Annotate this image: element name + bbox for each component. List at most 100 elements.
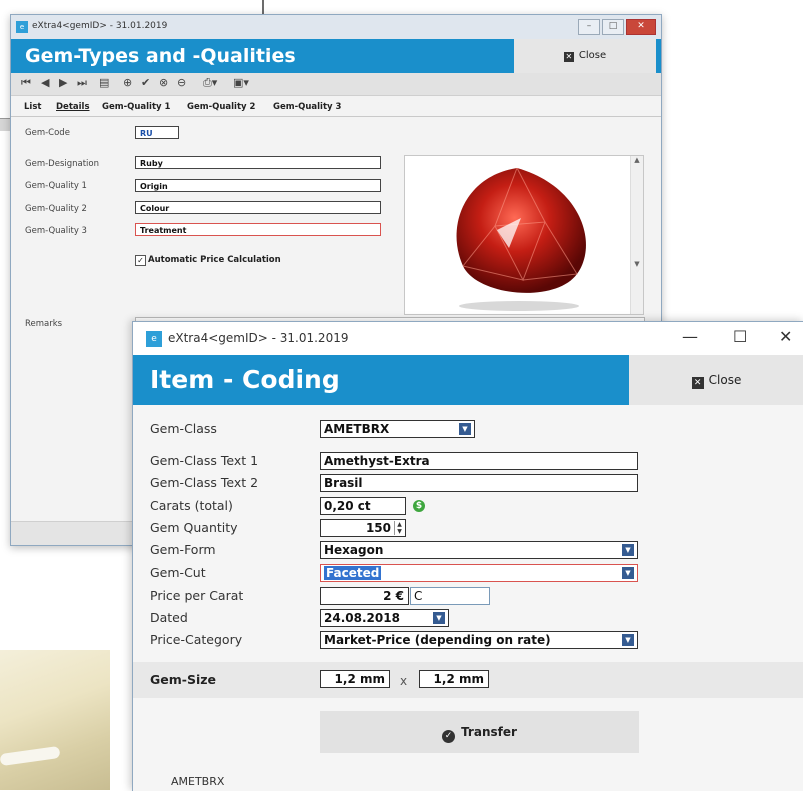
delete-icon[interactable]: ⊖	[177, 76, 186, 89]
close-button[interactable]: ✕ Close	[629, 355, 803, 405]
transfer-button[interactable]: ✓ Transfer	[320, 711, 639, 753]
background-photo	[0, 650, 110, 790]
quantity-stepper[interactable]: 150 ▲ ▼	[320, 519, 406, 537]
minimize-icon[interactable]: —	[682, 327, 698, 346]
app-icon: e	[16, 21, 28, 33]
transfer-label: Transfer	[461, 725, 517, 739]
first-record-icon[interactable]: ⏮	[21, 76, 31, 90]
close-button[interactable]: ✕ Close	[514, 39, 656, 73]
gem-code-input[interactable]: RU	[135, 126, 179, 139]
class-text1-input[interactable]: Amethyst-Extra	[320, 452, 638, 470]
size-times-sign: x	[400, 674, 408, 688]
close-window-icon[interactable]: ✕	[779, 327, 792, 346]
ruby-gem-image	[456, 167, 586, 311]
price-code-input[interactable]: C	[410, 587, 490, 605]
window-title: eXtra4<gemID> - 31.01.2019	[32, 21, 168, 31]
designation-label: Gem-Designation	[25, 159, 100, 169]
image-scrollbar[interactable]: ▲ ▼	[630, 156, 643, 314]
gem-size-row: Gem-Size 1,2 mm x 1,2 mm	[133, 662, 803, 698]
quantity-value: 150	[365, 521, 391, 535]
tab-divider	[11, 116, 661, 117]
quality3-label: Gem-Quality 3	[25, 226, 87, 236]
minimize-icon[interactable]: –	[578, 19, 600, 35]
check-circle-icon: ✓	[442, 730, 456, 743]
quality2-label: Gem-Quality 2	[25, 204, 87, 214]
next-record-icon[interactable]: ▶	[59, 76, 67, 89]
auto-price-label: Automatic Price Calculation	[148, 255, 281, 265]
page-title: Gem-Types and -Qualities	[25, 45, 296, 67]
page-title: Item - Coding	[150, 365, 340, 394]
quality2-input[interactable]: Colour	[135, 201, 381, 214]
class-text2-label: Gem-Class Text 2	[150, 475, 259, 490]
gem-class-label: Gem-Class	[150, 421, 217, 436]
tab-gem-quality-3[interactable]: Gem-Quality 3	[273, 102, 341, 112]
close-box-icon: ✕	[691, 377, 704, 389]
class-text2-input[interactable]: Brasil	[320, 474, 638, 492]
gem-cut-select[interactable]: Faceted ▼	[320, 564, 638, 582]
quantity-label: Gem Quantity	[150, 520, 238, 535]
size-height-input[interactable]: 1,2 mm	[419, 670, 489, 688]
add-icon[interactable]: ⊕	[123, 76, 132, 89]
remarks-label: Remarks	[25, 319, 63, 329]
prev-record-icon[interactable]: ◀	[41, 76, 49, 89]
background-window-edge	[0, 0, 264, 14]
checkbox-checked-icon: ✓	[135, 255, 146, 266]
cancel-icon[interactable]: ⊗	[159, 76, 168, 89]
item-coding-window: e eXtra4<gemID> - 31.01.2019 — ☐ ✕ Item …	[132, 321, 803, 791]
class-text1-label: Gem-Class Text 1	[150, 453, 259, 468]
quality3-input[interactable]: Treatment	[135, 223, 381, 236]
maximize-icon[interactable]: ☐	[733, 327, 747, 346]
last-record-icon[interactable]: ⏭	[77, 76, 87, 90]
spinner-arrows-icon[interactable]: ▲ ▼	[394, 521, 404, 535]
carats-label: Carats (total)	[150, 498, 233, 513]
app-icon: e	[146, 331, 162, 347]
window-title: eXtra4<gemID> - 31.01.2019	[168, 331, 349, 345]
dropdown-arrow-icon: ▼	[622, 634, 634, 646]
carats-input[interactable]: 0,20 ct	[320, 497, 406, 515]
gem-image-frame: ▲ ▼	[404, 155, 644, 315]
tab-details[interactable]: Details	[56, 102, 90, 112]
quality1-input[interactable]: Origin	[135, 179, 381, 192]
close-box-icon: ✕	[563, 52, 574, 62]
export-icon[interactable]: ▣▾	[233, 76, 249, 89]
gem-class-value: AMETBRX	[324, 422, 390, 436]
gem-cut-value: Faceted	[324, 566, 382, 580]
footer-code-text: AMETBRX	[171, 775, 225, 788]
print-icon[interactable]: ⎙▾	[203, 76, 217, 90]
auto-price-checkbox[interactable]: ✓ Automatic Price Calculation	[135, 255, 281, 266]
price-coin-icon[interactable]: $	[413, 500, 425, 512]
window-titlebar: e eXtra4<gemID> - 31.01.2019 – □ ✕	[11, 15, 661, 39]
tab-gem-quality-2[interactable]: Gem-Quality 2	[187, 102, 255, 112]
confirm-icon[interactable]: ✔	[141, 76, 150, 89]
dated-value: 24.08.2018	[324, 611, 400, 625]
designation-input[interactable]: Ruby	[135, 156, 381, 169]
dated-label: Dated	[150, 610, 188, 625]
price-category-value: Market-Price (depending on rate)	[324, 633, 551, 647]
gem-form-value: Hexagon	[324, 543, 384, 557]
record-toolbar: ⏮ ◀ ▶ ⏭ ▤ ⊕ ✔ ⊗ ⊖ ⎙▾ ▣▾	[11, 73, 661, 96]
window-controls: – □ ✕	[576, 19, 656, 35]
size-width-input[interactable]: 1,2 mm	[320, 670, 390, 688]
gem-form-select[interactable]: Hexagon ▼	[320, 541, 638, 559]
gem-size-label: Gem-Size	[150, 672, 216, 687]
price-category-select[interactable]: Market-Price (depending on rate) ▼	[320, 631, 638, 649]
tab-list[interactable]: List	[24, 102, 41, 112]
photo-highlight	[0, 745, 61, 767]
quality1-label: Gem-Quality 1	[25, 181, 87, 191]
list-icon[interactable]: ▤	[99, 76, 109, 89]
window-titlebar: e eXtra4<gemID> - 31.01.2019 — ☐ ✕	[133, 322, 803, 355]
dropdown-arrow-icon: ▼	[622, 544, 634, 556]
maximize-icon[interactable]: □	[602, 19, 624, 35]
dated-picker[interactable]: 24.08.2018 ▼	[320, 609, 449, 627]
tab-bar: List Details Gem-Quality 1 Gem-Quality 2…	[11, 99, 661, 117]
close-label: Close	[578, 50, 607, 61]
price-label: Price per Carat	[150, 588, 244, 603]
close-label: Close	[708, 373, 742, 387]
price-input[interactable]: 2 €	[320, 587, 409, 605]
tab-gem-quality-1[interactable]: Gem-Quality 1	[102, 102, 170, 112]
gem-class-select[interactable]: AMETBRX ▼	[320, 420, 475, 438]
dropdown-arrow-icon: ▼	[622, 567, 634, 579]
cut-label: Gem-Cut	[150, 565, 206, 580]
dropdown-arrow-icon: ▼	[433, 612, 445, 624]
close-window-icon[interactable]: ✕	[626, 19, 656, 35]
